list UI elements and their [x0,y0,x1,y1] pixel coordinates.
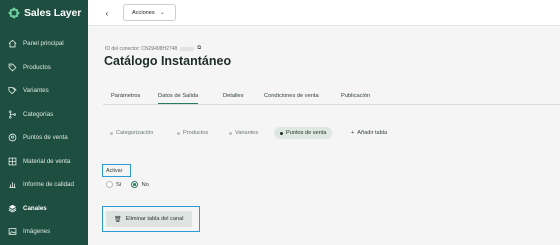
dot-icon [229,131,232,135]
chevron-left-icon: ‹ [105,8,109,18]
sidebar-item-label: Productos [23,63,51,71]
chart-icon [9,182,16,189]
delete-table-button[interactable]: 🗑 Eliminar tabla del canal [106,211,192,227]
tag-icon [8,63,17,72]
grid-icon [8,157,17,166]
sidebar-item-label: Canales [23,204,47,212]
back-button[interactable]: ‹ [100,6,114,20]
subtab-label: Productos [183,130,209,136]
subtab-label: Categorización [116,130,154,136]
radio-option-si[interactable]: Sí [106,181,121,188]
trash-icon: 🗑 [114,216,122,223]
activar-radio-group: Sí No [106,181,155,188]
delete-table-label: Eliminar tabla del canal [125,216,184,222]
add-table-button[interactable]: + Añadir tabla [351,130,387,136]
sidebar-item-label: Panel principal [23,40,64,48]
sidebar-item-puntos-de-venta[interactable]: Puntos de venta [0,126,88,150]
chevron-down-icon: ⌄ [159,10,165,16]
tab-parametros[interactable]: Parámetros [111,93,140,99]
sidebar-item-canales[interactable]: Canales [0,197,88,221]
sidebar-nav: Panel principal Productos Variantes Cate… [0,32,88,244]
brand[interactable]: Sales Layer [0,0,88,26]
sidebar-item-categorias[interactable]: Categorías [0,103,88,127]
tags-icon [8,87,17,95]
sidebar-item-panel-principal[interactable]: Panel principal [0,32,88,56]
dot-icon [110,131,113,135]
plus-icon: + [351,130,355,136]
radio-label-si: Sí [116,181,122,188]
subtab-label: Puntos de venta [286,130,327,136]
tab-datos-de-salida[interactable]: Datos de Salida [158,93,199,104]
subtab-variantes[interactable]: Variantes [229,130,258,136]
tab-condiciones-de-venta[interactable]: Condiciones de venta [264,93,319,99]
topbar: ‹ Acciones ⌄ [88,0,560,26]
sidebar-item-variantes[interactable]: Variantes [0,79,88,103]
sidebar-item-label: Material de venta [23,157,71,165]
radio-label-no: No [141,181,149,188]
sales-layer-logo-icon [8,7,20,19]
connector-id-redacted [180,46,195,51]
page-title: Catálogo Instantáneo [104,54,232,68]
actions-label: Acciones [132,9,155,16]
sidebar-item-label: Variantes [23,87,49,95]
sidebar-item-label: Categorías [23,110,54,118]
sidebar: Sales Layer Panel principal Productos Va… [0,0,88,245]
brand-name: Sales Layer [24,7,82,19]
sidebar-item-imagenes[interactable]: Imágenes [0,220,88,244]
subtab-productos[interactable]: Productos [177,130,208,136]
add-table-label: Añadir tabla [357,130,388,136]
sidebar-item-label: Informe de calidad [23,181,74,189]
copy-icon[interactable]: ⧉ [197,45,201,52]
image-icon [8,228,17,236]
pin-icon [8,133,17,142]
radio-no[interactable] [131,181,139,188]
connector-id: ID del conector: CN29498H2748 ⧉ [105,45,201,52]
tab-publicacion[interactable]: Publicación [341,93,370,99]
tab-detalles[interactable]: Detalles [223,93,244,99]
layers-icon [8,204,17,213]
sidebar-item-material-de-venta[interactable]: Material de venta [0,150,88,174]
subtab-puntos-de-venta[interactable]: Puntos de venta [274,127,333,139]
radio-option-no[interactable]: No [131,181,149,188]
connector-id-label: ID del conector: CN29498H2748 [105,45,178,52]
sidebar-item-informe-de-calidad[interactable]: Informe de calidad [0,173,88,197]
actions-dropdown[interactable]: Acciones ⌄ [123,4,176,21]
sidebar-item-label: Imágenes [23,228,51,236]
sidebar-item-productos[interactable]: Productos [0,56,88,80]
home-icon [8,40,17,48]
activar-label: Activar [102,164,131,177]
subtab-label: Variantes [235,130,259,136]
tree-icon [8,110,17,119]
radio-si[interactable] [106,181,113,188]
subtab-categorizacion[interactable]: Categorización [110,130,153,136]
dot-icon [280,131,283,135]
sidebar-item-label: Puntos de venta [23,134,68,142]
tab-bar: Parámetros Datos de Salida Detalles Cond… [103,89,560,105]
dot-icon [177,131,180,135]
